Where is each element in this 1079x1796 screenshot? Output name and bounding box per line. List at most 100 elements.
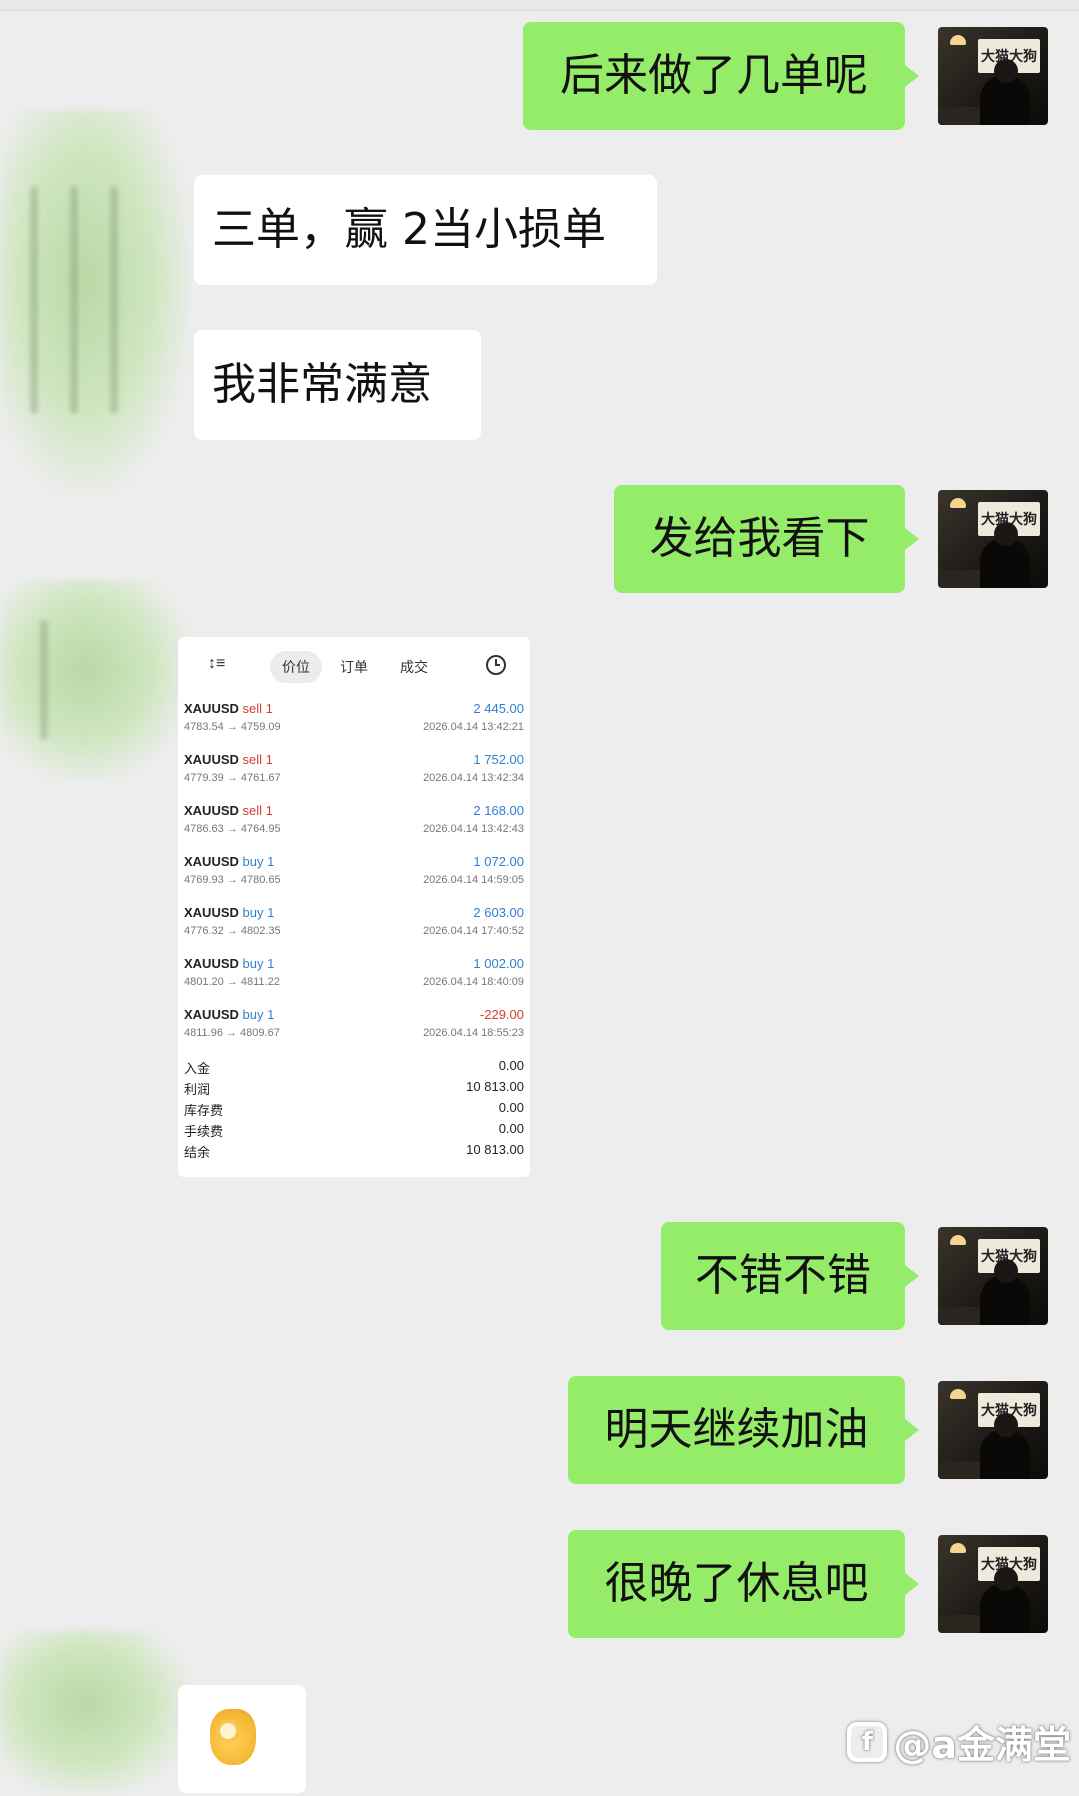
deal-row: XAUUSD sell 1 4779.39 → 4761.67 1 752.00… <box>184 744 524 795</box>
summary-value: 10 813.00 <box>466 1079 524 1094</box>
tab-deals: 成交 <box>400 659 428 675</box>
person-silhouette <box>980 1567 1030 1633</box>
tab-orders: 订单 <box>340 659 368 675</box>
contact-avatar-blurred[interactable] <box>0 580 190 780</box>
deal-prices: 4783.54 → 4759.09 <box>184 721 281 733</box>
deal-row: XAUUSD buy 1 4811.96 → 4809.67 -229.00 2… <box>184 999 524 1050</box>
deal-time: 2026.04.14 13:42:43 <box>423 823 524 835</box>
deal-symbol: XAUUSD <box>184 803 239 818</box>
person-silhouette <box>980 59 1030 125</box>
message-text: 很晚了休息吧 <box>604 1558 869 1609</box>
person-silhouette <box>980 1413 1030 1479</box>
message-outgoing[interactable]: 明天继续加油 <box>568 1376 919 1484</box>
deal-prices: 4811.96 → 4809.67 <box>184 1027 280 1039</box>
deal-side: sell 1 <box>242 701 273 716</box>
deal-row: XAUUSD buy 1 4801.20 → 4811.22 1 002.00 … <box>184 948 524 999</box>
deal-time: 2026.04.14 18:55:23 <box>423 1027 524 1039</box>
deal-side: buy 1 <box>242 905 275 920</box>
message-outgoing[interactable]: 很晚了休息吧 <box>568 1530 919 1638</box>
deal-side: buy 1 <box>242 854 275 869</box>
summary-label: 库存费 <box>184 1103 224 1118</box>
deal-time: 2026.04.14 14:59:05 <box>423 874 524 886</box>
message-incoming-emoji[interactable] <box>178 1685 306 1793</box>
deal-profit: 2 168.00 <box>473 803 524 818</box>
lamp-graphic <box>950 1235 966 1245</box>
message-text: 发给我看下 <box>649 513 870 564</box>
deal-side: sell 1 <box>242 752 273 767</box>
deal-symbol: XAUUSD <box>184 701 239 716</box>
deal-profit: 1 072.00 <box>473 854 524 869</box>
summary-value: 0.00 <box>498 1058 524 1073</box>
deal-side: buy 1 <box>242 956 275 971</box>
person-silhouette <box>980 1259 1030 1325</box>
lamp-graphic <box>950 1389 966 1399</box>
my-avatar[interactable]: 大猫大狗 <box>938 1535 1048 1633</box>
summary-row: 利润 10 813.00 <box>184 1077 524 1098</box>
person-silhouette <box>980 522 1030 588</box>
trade-history-screenshot[interactable]: ↕≡ 价位 订单 成交 XAUUSD sell 1 4783.54 → 4759… <box>178 637 530 1177</box>
message-text: 三单，赢 2当小损单 <box>212 204 606 255</box>
message-outgoing[interactable]: 后来做了几单呢 <box>523 22 919 130</box>
tab-positions: 价位 <box>270 651 322 683</box>
trade-tabs-bar: ↕≡ 价位 订单 成交 <box>184 637 524 693</box>
deal-symbol: XAUUSD <box>184 956 239 971</box>
deal-row: XAUUSD sell 1 4786.63 → 4764.95 2 168.00… <box>184 795 524 846</box>
my-avatar[interactable]: 大猫大狗 <box>938 1381 1048 1479</box>
my-avatar[interactable]: 大猫大狗 <box>938 1227 1048 1325</box>
summary-row: 结余 10 813.00 <box>184 1140 524 1161</box>
message-outgoing[interactable]: 不错不错 <box>661 1222 919 1330</box>
summary-value: 0.00 <box>498 1100 524 1115</box>
summary-row: 库存费 0.00 <box>184 1098 524 1119</box>
lamp-graphic <box>950 1543 966 1553</box>
deal-profit: 1 002.00 <box>473 956 524 971</box>
deal-prices: 4769.93 → 4780.65 <box>184 874 281 886</box>
summary-value: 0.00 <box>498 1121 524 1136</box>
message-incoming[interactable]: 三单，赢 2当小损单 <box>194 175 657 285</box>
watermark: f @a金满堂 <box>847 1714 1071 1769</box>
my-avatar[interactable]: 大猫大狗 <box>938 27 1048 125</box>
message-incoming[interactable]: 我非常满意 <box>194 330 481 440</box>
summary-label: 入金 <box>184 1061 211 1076</box>
summary-value: 10 813.00 <box>466 1142 524 1157</box>
watermark-text: @a金满堂 <box>893 1723 1071 1767</box>
deal-row: XAUUSD sell 1 4783.54 → 4759.09 2 445.00… <box>184 693 524 744</box>
clock-icon <box>486 655 506 675</box>
deal-prices: 4779.39 → 4761.67 <box>184 772 281 784</box>
lamp-graphic <box>950 35 966 45</box>
deal-side: buy 1 <box>242 1007 275 1022</box>
message-text: 我非常满意 <box>212 359 432 410</box>
deal-row: XAUUSD buy 1 4776.32 → 4802.35 2 603.00 … <box>184 897 524 948</box>
message-text: 明天继续加油 <box>604 1404 869 1455</box>
deal-time: 2026.04.14 18:40:09 <box>423 976 524 988</box>
deal-time: 2026.04.14 13:42:34 <box>423 772 524 784</box>
deal-symbol: XAUUSD <box>184 854 239 869</box>
deal-side: sell 1 <box>242 803 273 818</box>
deal-symbol: XAUUSD <box>184 752 239 767</box>
lamp-graphic <box>950 498 966 508</box>
deal-profit: 2 445.00 <box>473 701 524 716</box>
deal-profit: 1 752.00 <box>473 752 524 767</box>
account-summary: 入金 0.00 利润 10 813.00 库存费 0.00 手续费 0.00 结余 10 … <box>184 1056 524 1161</box>
deal-time: 2026.04.14 13:42:21 <box>423 721 524 733</box>
deal-row: XAUUSD buy 1 4769.93 → 4780.65 1 072.00 … <box>184 846 524 897</box>
deal-prices: 4776.32 → 4802.35 <box>184 925 281 937</box>
deal-profit: -229.00 <box>479 1007 524 1022</box>
ok-hand-icon <box>210 1709 256 1765</box>
sort-icon: ↕≡ <box>208 655 226 672</box>
contact-avatar-blurred[interactable] <box>0 1630 190 1796</box>
message-outgoing[interactable]: 发给我看下 <box>614 485 919 593</box>
deal-time: 2026.04.14 17:40:52 <box>423 925 524 937</box>
deal-symbol: XAUUSD <box>184 1007 239 1022</box>
top-divider <box>0 0 1079 11</box>
deal-symbol: XAUUSD <box>184 905 239 920</box>
summary-label: 手续费 <box>184 1124 224 1139</box>
contact-avatar-blurred[interactable] <box>0 110 190 490</box>
my-avatar[interactable]: 大猫大狗 <box>938 490 1048 588</box>
summary-row: 手续费 0.00 <box>184 1119 524 1140</box>
summary-row: 入金 0.00 <box>184 1056 524 1077</box>
summary-label: 结余 <box>184 1145 211 1160</box>
summary-label: 利润 <box>184 1082 211 1097</box>
message-text: 后来做了几单呢 <box>560 50 868 101</box>
deal-prices: 4801.20 → 4811.22 <box>184 976 280 988</box>
deal-prices: 4786.63 → 4764.95 <box>184 823 281 835</box>
